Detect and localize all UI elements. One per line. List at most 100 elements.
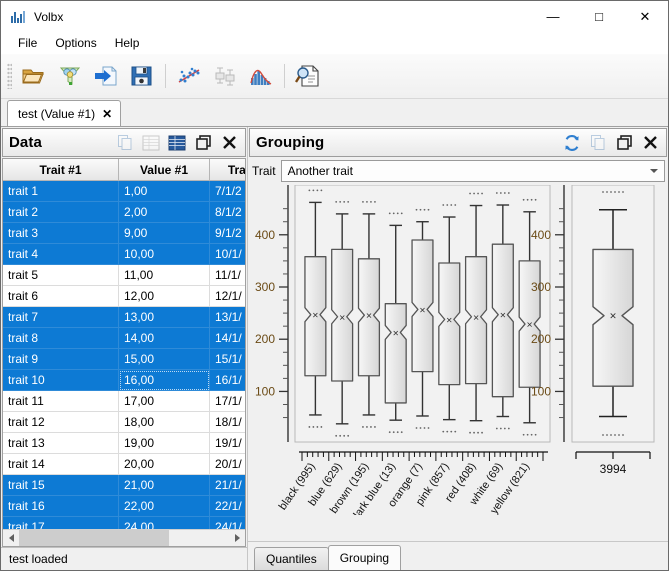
data-restore-button[interactable] [190,132,216,154]
table-row[interactable]: trait 6 12,00 12/1/ [3,285,245,307]
box-plot-button[interactable] [207,58,243,94]
menu-file[interactable]: File [9,33,46,53]
cell-trait[interactable]: trait 16 [3,495,119,517]
cell-value[interactable]: 19,00 [118,432,210,454]
minimize-button[interactable]: — [530,1,576,32]
table-row[interactable]: trait 15 21,00 21/1/ [3,474,245,496]
chevron-down-icon[interactable] [645,162,662,180]
data-table-plain-button[interactable] [138,132,164,154]
data-table[interactable]: Trait #1 Value #1 Tran trait 11,007/1/2t… [3,159,245,529]
document-tab-close-icon[interactable]: ✕ [102,107,112,121]
tab-grouping[interactable]: Grouping [327,545,402,570]
cell-trait[interactable]: trait 7 [3,306,119,328]
cell-transaction[interactable]: 20/1/ [209,453,245,475]
trait-combobox[interactable]: Another trait [280,160,665,182]
cell-value[interactable]: 1,00 [118,180,210,202]
preview-button[interactable] [290,58,326,94]
table-row[interactable]: trait 5 11,00 11/1/ [3,264,245,286]
save-button[interactable] [124,58,160,94]
data-close-button[interactable] [216,132,242,154]
histogram-button[interactable] [243,58,279,94]
grouping-refresh-button[interactable] [559,132,585,154]
cell-transaction[interactable]: 12/1/ [209,285,245,307]
cell-trait[interactable]: trait 5 [3,264,119,286]
cell-transaction[interactable]: 21/1/ [209,474,245,496]
cell-value[interactable]: 11,00 [118,264,210,286]
cell-transaction[interactable]: 14/1/ [209,327,245,349]
cell-transaction[interactable]: 18/1/ [209,411,245,433]
cell-transaction[interactable]: 17/1/ [209,390,245,412]
cell-trait[interactable]: trait 6 [3,285,119,307]
menu-help[interactable]: Help [106,33,149,53]
table-row[interactable]: trait 17 24,00 24/1/ [3,516,245,529]
cell-transaction[interactable]: 11/1/ [209,264,245,286]
cell-value[interactable]: 15,00 [118,348,210,370]
cell-value[interactable]: 2,00 [118,201,210,223]
table-row[interactable]: trait 10 16,00 16/1/ [3,369,245,391]
cell-value[interactable]: 24,00 [118,516,210,529]
maximize-button[interactable]: □ [576,1,622,32]
cell-transaction[interactable]: 9/1/2 [209,222,245,244]
column-header-value[interactable]: Value #1 [118,159,210,181]
document-tab-test[interactable]: test (Value #1) ✕ [7,100,122,126]
cell-trait[interactable]: trait 3 [3,222,119,244]
grouping-copy-button[interactable] [585,132,611,154]
cell-transaction[interactable]: 8/1/2 [209,201,245,223]
cell-value[interactable]: 12,00 [118,285,210,307]
data-copy-button[interactable] [112,132,138,154]
table-row[interactable]: trait 7 13,00 13/1/ [3,306,245,328]
table-row[interactable]: trait 13 19,00 19/1/ [3,432,245,454]
horizontal-scroll-thumb[interactable] [19,530,169,546]
scroll-left-button[interactable] [3,530,19,546]
close-button[interactable]: ✕ [622,1,668,32]
table-row[interactable]: trait 11 17,00 17/1/ [3,390,245,412]
cell-transaction[interactable]: 15/1/ [209,348,245,370]
cell-trait[interactable]: trait 10 [3,369,119,391]
table-row[interactable]: trait 2 2,00 8/1/2 [3,201,245,223]
cell-transaction[interactable]: 22/1/ [209,495,245,517]
table-row[interactable]: trait 3 9,00 9/1/2 [3,222,245,244]
cell-transaction[interactable]: 16/1/ [209,369,245,391]
export-button[interactable] [88,58,124,94]
cell-trait[interactable]: trait 4 [3,243,119,265]
grouping-restore-button[interactable] [611,132,637,154]
grouping-close-button[interactable] [637,132,663,154]
cell-value[interactable]: 16,00 [118,369,210,391]
column-header-transaction[interactable]: Tran [209,159,245,181]
cell-transaction[interactable]: 10/1/ [209,243,245,265]
cell-value[interactable]: 18,00 [118,411,210,433]
horizontal-scroll-track[interactable] [169,530,229,546]
cell-transaction[interactable]: 24/1/ [209,516,245,529]
table-row[interactable]: trait 1 1,00 7/1/2 [3,180,245,202]
table-row[interactable]: trait 9 15,00 15/1/ [3,348,245,370]
cell-transaction[interactable]: 19/1/ [209,432,245,454]
filter-button[interactable] [52,58,88,94]
cell-trait[interactable]: trait 15 [3,474,119,496]
table-horizontal-scrollbar[interactable] [3,529,245,546]
cell-trait[interactable]: trait 1 [3,180,119,202]
cell-value[interactable]: 9,00 [118,222,210,244]
cell-value[interactable]: 14,00 [118,327,210,349]
cell-trait[interactable]: trait 9 [3,348,119,370]
cell-value[interactable]: 13,00 [118,306,210,328]
cell-trait[interactable]: trait 2 [3,201,119,223]
cell-trait[interactable]: trait 11 [3,390,119,412]
table-row[interactable]: trait 8 14,00 14/1/ [3,327,245,349]
data-table-selected-button[interactable] [164,132,190,154]
cell-trait[interactable]: trait 17 [3,516,119,529]
cell-value[interactable]: 21,00 [118,474,210,496]
column-header-trait[interactable]: Trait #1 [3,159,119,181]
scroll-right-button[interactable] [229,530,245,546]
table-row[interactable]: trait 4 10,00 10/1/ [3,243,245,265]
cell-transaction[interactable]: 7/1/2 [209,180,245,202]
cell-value[interactable]: 22,00 [118,495,210,517]
open-file-button[interactable] [16,58,52,94]
toolbar-grip[interactable] [7,63,12,89]
cell-trait[interactable]: trait 8 [3,327,119,349]
menu-options[interactable]: Options [46,33,105,53]
cell-trait[interactable]: trait 13 [3,432,119,454]
scatter-plot-button[interactable] [171,58,207,94]
grouping-box-plot[interactable]: 100200300400✕ ✕ ✕✕✕✕ ✕ ✕✕black (995)blue (62… [250,185,667,515]
cell-trait[interactable]: trait 12 [3,411,119,433]
cell-transaction[interactable]: 13/1/ [209,306,245,328]
